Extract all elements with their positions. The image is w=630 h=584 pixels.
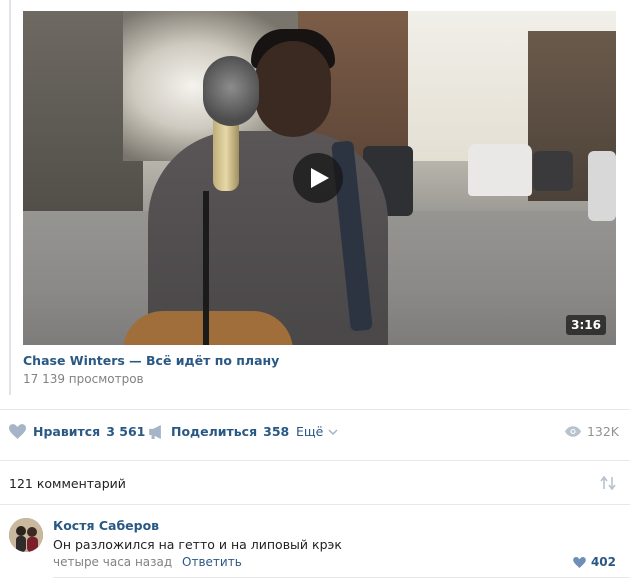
- chevron-down-icon: [328, 428, 338, 435]
- video-frame-face: [255, 41, 331, 137]
- post-actions-bar: Нравится 3 561 Поделиться 358 Ещё 132K: [9, 424, 619, 446]
- comment-text: Он разложился на гетто и на липовый крэк: [53, 537, 342, 552]
- avatar-photo: [9, 518, 43, 552]
- play-icon: [311, 168, 329, 188]
- video-frame-car: [468, 144, 532, 196]
- video-frame-car: [533, 151, 573, 191]
- video-duration: 3:16: [566, 315, 606, 335]
- comments-count-header: 121 комментарий: [9, 476, 126, 491]
- post-left-border: [9, 0, 11, 395]
- share-button[interactable]: Поделиться 358: [149, 424, 289, 439]
- divider: [0, 504, 630, 505]
- eye-icon: [564, 426, 581, 437]
- comment-like-count: 402: [590, 555, 616, 569]
- more-button[interactable]: Ещё: [296, 424, 338, 439]
- views-count: 132K: [586, 424, 619, 439]
- post-views: 132K: [564, 424, 619, 439]
- share-label: Поделиться: [171, 424, 258, 439]
- comment-like-button[interactable]: 402: [573, 555, 616, 569]
- like-label: Нравится: [33, 424, 101, 439]
- divider: [0, 409, 630, 410]
- heart-icon: [573, 556, 586, 568]
- like-count: 3 561: [106, 424, 146, 439]
- video-frame-mic-windscreen: [203, 56, 259, 126]
- sort-comments-button[interactable]: [600, 475, 616, 494]
- play-button[interactable]: [293, 153, 343, 203]
- comment-author-link[interactable]: Костя Саберов: [53, 518, 159, 533]
- share-count: 358: [263, 424, 290, 439]
- sort-arrows-icon: [600, 475, 616, 491]
- like-button[interactable]: Нравится 3 561: [9, 424, 145, 439]
- megaphone-icon: [149, 424, 161, 439]
- video-player[interactable]: 3:16: [23, 11, 616, 345]
- comment-meta: четыре часа назад Ответить: [53, 555, 242, 569]
- comment-time: четыре часа назад: [53, 555, 173, 569]
- video-frame-mic-stand: [203, 191, 209, 345]
- avatar[interactable]: [9, 518, 43, 552]
- video-view-count: 17 139 просмотров: [23, 372, 144, 386]
- video-frame-car: [588, 151, 616, 221]
- divider: [53, 577, 630, 578]
- more-label: Ещё: [296, 424, 324, 439]
- video-title-link[interactable]: Chase Winters — Всё идёт по плану: [23, 353, 279, 368]
- divider: [0, 460, 630, 461]
- heart-icon: [9, 424, 26, 439]
- reply-button[interactable]: Ответить: [182, 555, 242, 569]
